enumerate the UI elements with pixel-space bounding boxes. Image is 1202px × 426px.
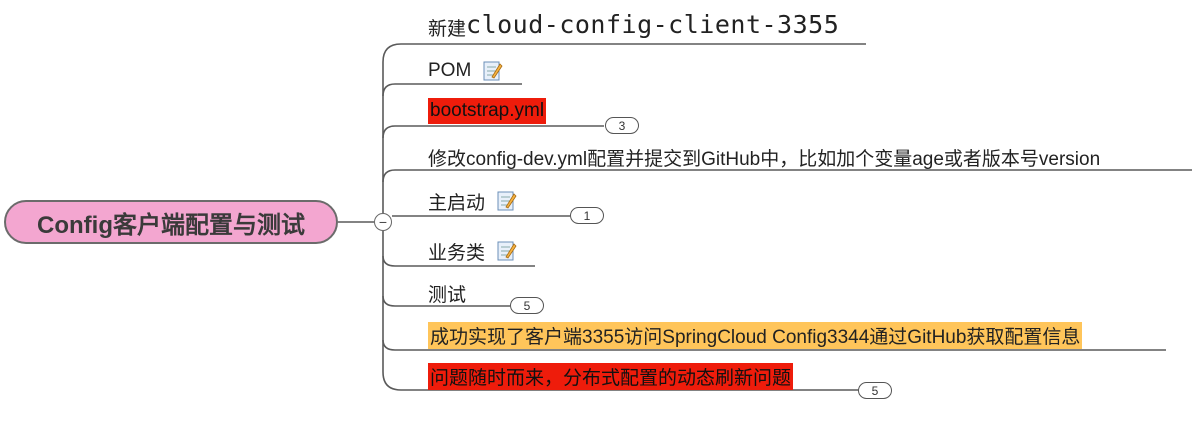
topic-pom[interactable]: POM: [428, 58, 503, 84]
topic-label: cloud-config-client-3355: [466, 9, 840, 39]
topic-test[interactable]: 测试: [428, 280, 466, 306]
topic-label: 成功实现了客户端3355访问SpringCloud Config3344通过Gi…: [430, 327, 1081, 348]
topic-label: 主启动: [428, 192, 486, 214]
note-icon[interactable]: [497, 240, 517, 262]
child-count-badge[interactable]: 5: [510, 297, 544, 314]
note-icon[interactable]: [483, 60, 503, 82]
topic-main-startup[interactable]: 主启动: [428, 188, 517, 214]
topic-label: 问题随时而来，分布式配置的动态刷新问题: [430, 368, 792, 389]
topic-label: bootstrap.yml: [430, 100, 545, 121]
topic-modify-config[interactable]: 修改config-dev.yml配置并提交到GitHub中，比如加个变量age或…: [428, 144, 1100, 170]
collapse-toggle[interactable]: −: [374, 213, 392, 231]
topic-business-class[interactable]: 业务类: [428, 238, 517, 264]
central-topic-label: Config客户端配置与测试: [37, 211, 305, 239]
topic-dynamic-refresh-issue[interactable]: 问题随时而来，分布式配置的动态刷新问题: [428, 363, 794, 390]
child-count-badge[interactable]: 3: [605, 117, 639, 134]
child-count-badge[interactable]: 1: [570, 207, 604, 224]
topic-bootstrap-yml[interactable]: bootstrap.yml: [428, 98, 547, 124]
child-count-badge[interactable]: 5: [858, 382, 892, 399]
topic-new-client[interactable]: 新建 cloud-config-client-3355: [428, 6, 839, 42]
topic-prefix: 新建: [428, 18, 467, 40]
topic-label: POM: [428, 60, 472, 81]
note-icon[interactable]: [497, 190, 517, 212]
topic-label: 业务类: [428, 242, 486, 264]
topic-label: 修改config-dev.yml配置并提交到GitHub中，比如加个变量age或…: [428, 148, 1101, 170]
topic-label: 测试: [428, 284, 467, 306]
topic-success-note[interactable]: 成功实现了客户端3355访问SpringCloud Config3344通过Gi…: [428, 322, 1083, 349]
central-topic[interactable]: Config客户端配置与测试: [4, 200, 338, 244]
